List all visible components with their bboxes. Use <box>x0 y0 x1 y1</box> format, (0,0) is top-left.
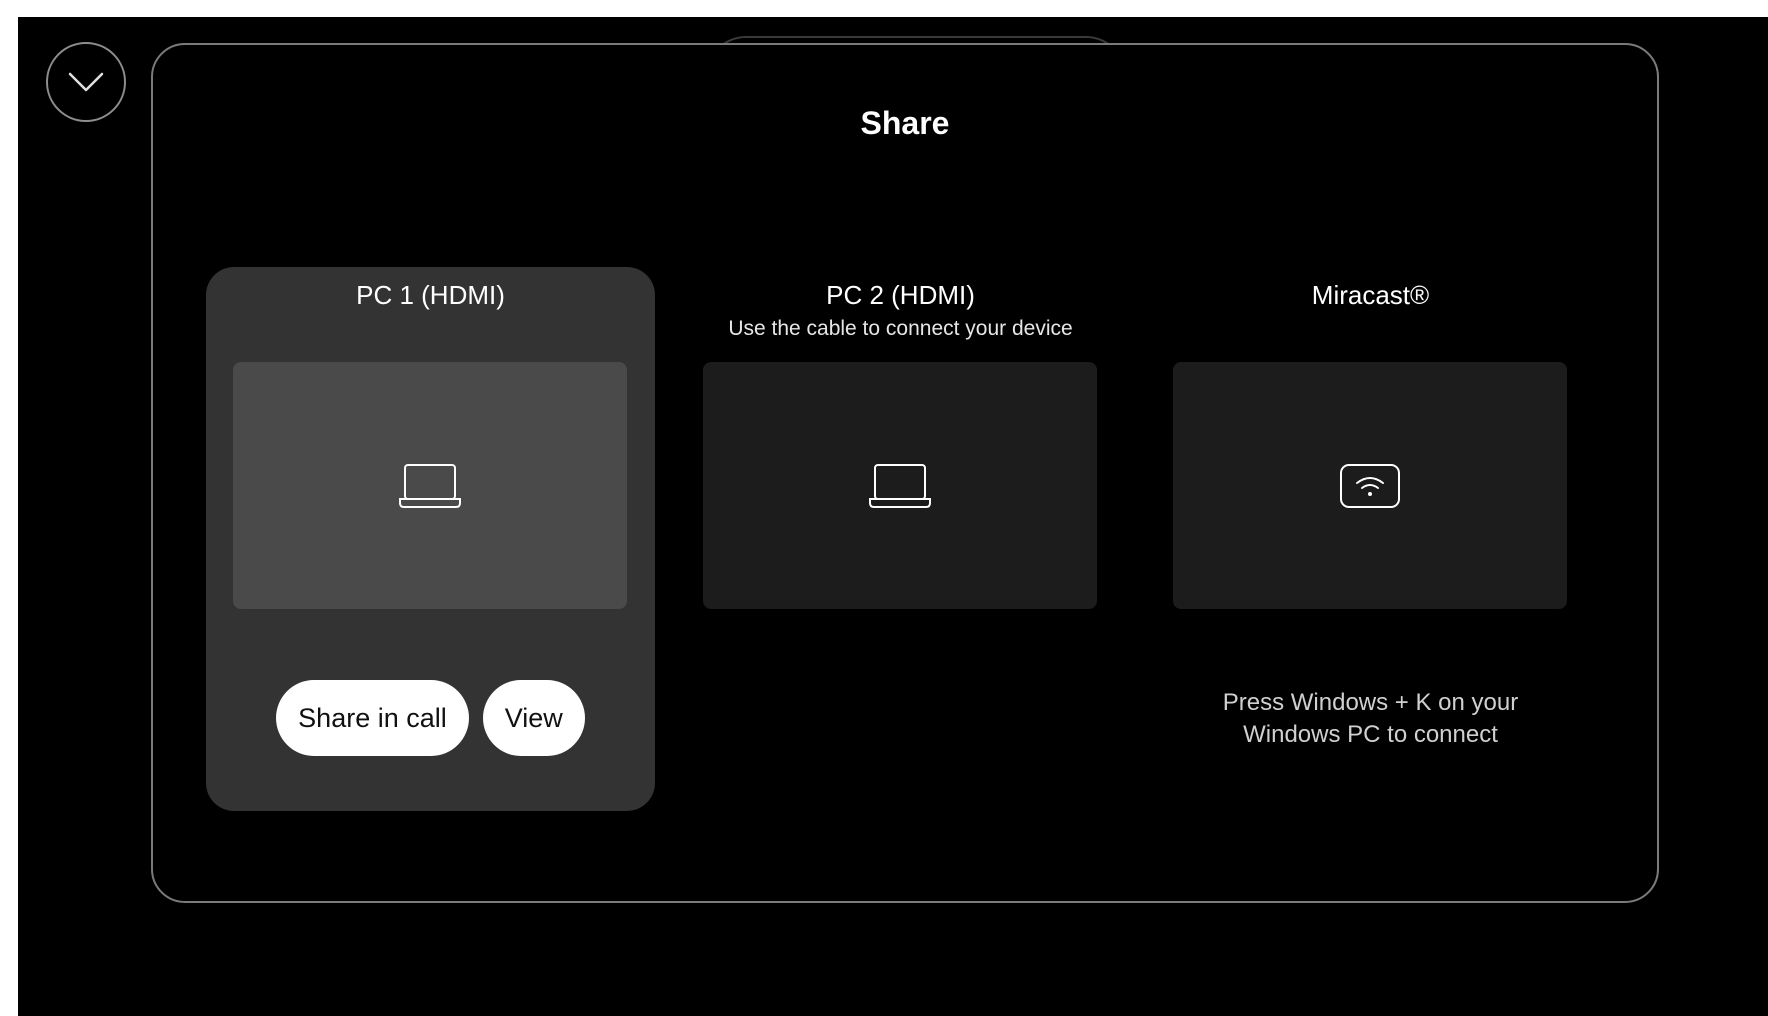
share-panel: Share PC 1 (HDMI) Share in call View PC … <box>151 43 1659 903</box>
miracast-hint: Press Windows + K on your Windows PC to … <box>1222 689 1519 748</box>
source-title: PC 1 (HDMI) <box>356 280 505 310</box>
source-preview[interactable] <box>1173 362 1567 609</box>
wifi-icon <box>1340 463 1400 508</box>
source-pc1[interactable]: PC 1 (HDMI) Share in call View <box>206 267 655 811</box>
source-actions: Share in call View <box>206 680 655 756</box>
laptop-icon <box>399 463 461 508</box>
share-in-call-button[interactable]: Share in call <box>276 680 469 756</box>
laptop-icon <box>869 463 931 508</box>
share-screen: Share PC 1 (HDMI) Share in call View PC … <box>18 17 1768 1016</box>
source-title: Miracast® <box>1311 280 1430 310</box>
chevron-down-icon <box>68 72 104 92</box>
source-title: PC 2 (HDMI) <box>826 280 975 310</box>
panel-title: Share <box>860 105 950 141</box>
view-button[interactable]: View <box>482 680 585 756</box>
source-subtitle: Use the cable to connect your device <box>728 317 1073 340</box>
source-miracast[interactable]: Miracast® Press Windows + K on your Wind… <box>1146 267 1595 811</box>
collapse-button[interactable] <box>46 42 126 122</box>
source-pc2[interactable]: PC 2 (HDMI) Use the cable to connect you… <box>676 267 1125 811</box>
source-preview[interactable] <box>703 362 1097 609</box>
source-preview[interactable] <box>233 362 627 609</box>
